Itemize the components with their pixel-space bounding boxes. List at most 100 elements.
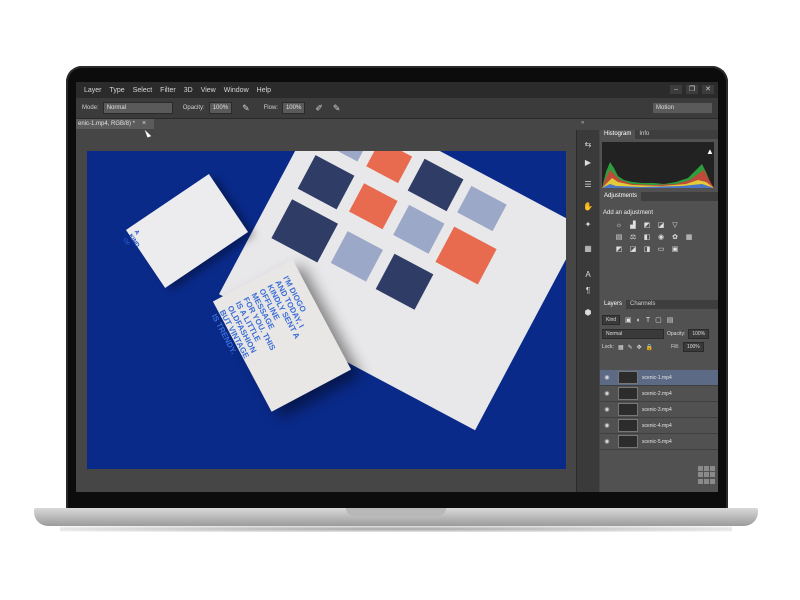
threshold-icon[interactable]: ◨: [642, 246, 652, 254]
blend-row: Normal Opacity: 100%: [602, 329, 710, 339]
3d-icon[interactable]: ⬢: [583, 308, 593, 318]
fill-label: Fill:: [671, 344, 679, 350]
menu-select[interactable]: Select: [133, 87, 152, 94]
menu-help[interactable]: Help: [257, 87, 271, 94]
pixel-filter-icon[interactable]: ▣: [625, 316, 632, 324]
menu-filter[interactable]: Filter: [160, 87, 176, 94]
layer-name: scenic-1.mp4: [642, 374, 672, 381]
opacity-label-layers: Opacity:: [667, 331, 686, 337]
layer-thumbnail: [618, 403, 638, 416]
flow-field[interactable]: 100%: [281, 102, 306, 114]
layer-row[interactable]: ◉ scenic-1.mp4: [600, 370, 718, 386]
layer-thumbnail: [618, 435, 638, 448]
opacity-label: Opacity:: [182, 105, 205, 111]
adjustments-tabs: Adjustments: [600, 192, 718, 201]
brush-presets-icon[interactable]: ✦: [583, 220, 593, 230]
gradient-map-icon[interactable]: ▭: [656, 246, 666, 254]
opacity-field[interactable]: 100%: [208, 102, 233, 114]
lock-position-icon[interactable]: ✥: [637, 344, 642, 351]
airbrush-icon[interactable]: ✐: [315, 103, 323, 114]
visibility-eye-icon[interactable]: ◉: [600, 422, 614, 429]
color-balance-icon[interactable]: ⚖: [628, 234, 638, 242]
type-filter-icon[interactable]: T: [646, 317, 650, 324]
curves-icon[interactable]: ◩: [642, 222, 652, 230]
lock-transparent-icon[interactable]: ▦: [618, 344, 624, 351]
clone-source-icon[interactable]: ▦: [583, 244, 593, 254]
minimize-icon[interactable]: –: [670, 85, 682, 94]
layer-thumbnail: [618, 387, 638, 400]
posterize-icon[interactable]: ◪: [628, 246, 638, 254]
opacity-field-layers[interactable]: 100%: [688, 329, 710, 339]
layer-row[interactable]: ◉ scenic-3.mp4: [600, 402, 718, 418]
play-icon[interactable]: ▶: [583, 158, 593, 168]
pressure-opacity-icon[interactable]: ✎: [242, 103, 250, 114]
black-white-icon[interactable]: ◧: [642, 234, 652, 242]
restore-icon[interactable]: ❐: [686, 85, 698, 94]
tab-adjustments[interactable]: Adjustments: [600, 192, 642, 201]
layers-list: ◉ scenic-1.mp4 ◉ scenic-2.mp4 ◉ scenic-3…: [600, 370, 718, 450]
photo-filter-icon[interactable]: ◉: [656, 234, 666, 242]
paragraph-icon[interactable]: ¶: [583, 286, 593, 296]
kind-filter[interactable]: Kind: [602, 315, 621, 325]
histogram-graph: ▲: [602, 142, 714, 188]
history-icon[interactable]: ⇆: [583, 140, 593, 150]
color-lookup-icon[interactable]: ▦: [684, 234, 694, 242]
adjustment-filter-icon[interactable]: ◐: [637, 317, 641, 324]
tab-info[interactable]: Info: [635, 130, 653, 139]
lock-label: Lock:: [602, 344, 614, 350]
menu-bar: Layer Type Select Filter 3D View Window …: [76, 82, 718, 98]
layer-name: scenic-5.mp4: [642, 438, 672, 445]
menu-view[interactable]: View: [201, 87, 216, 94]
pressure-size-icon[interactable]: ✎: [333, 103, 341, 114]
close-icon[interactable]: ✕: [702, 85, 714, 94]
invert-icon[interactable]: ◩: [614, 246, 624, 254]
right-panel: Histogram Info ▲ Adjustments Add an adju…: [600, 130, 718, 492]
visibility-eye-icon[interactable]: ◉: [600, 390, 614, 397]
levels-icon[interactable]: ▟: [628, 222, 638, 230]
layer-name: scenic-2.mp4: [642, 390, 672, 397]
menu-3d[interactable]: 3D: [184, 87, 193, 94]
tab-layers[interactable]: Layers: [600, 300, 627, 309]
document-canvas[interactable]: A KIND OF I'M DIOGO AND TODAY, I KINDLY …: [87, 151, 566, 469]
menu-window[interactable]: Window: [224, 87, 249, 94]
brush-icon[interactable]: ✋: [583, 202, 593, 212]
mode-label: Mode:: [82, 105, 99, 111]
menu-layer[interactable]: Layer: [84, 87, 102, 94]
collapse-panels-icon[interactable]: «: [581, 120, 584, 126]
lock-all-icon[interactable]: 🔒: [646, 344, 653, 351]
visibility-eye-icon[interactable]: ◉: [600, 374, 614, 381]
visibility-eye-icon[interactable]: ◉: [600, 406, 614, 413]
selective-color-icon[interactable]: ▣: [670, 246, 680, 254]
visibility-eye-icon[interactable]: ◉: [600, 438, 614, 445]
laptop-frame: Layer Type Select Filter 3D View Window …: [0, 0, 800, 600]
menu-type[interactable]: Type: [110, 87, 125, 94]
panel-icon-strip: ⇆ ▶ ☰ ✋ ✦ ▦ A ¶ ⬢: [576, 130, 599, 492]
tab-histogram[interactable]: Histogram: [600, 130, 636, 139]
app-window: Layer Type Select Filter 3D View Window …: [76, 82, 718, 492]
blend-mode-select[interactable]: Normal: [602, 329, 664, 339]
layer-row[interactable]: ◉ scenic-4.mp4: [600, 418, 718, 434]
layer-row[interactable]: ◉ scenic-2.mp4: [600, 386, 718, 402]
layer-thumbnail: [618, 419, 638, 432]
hue-saturation-icon[interactable]: ▤: [614, 234, 624, 242]
vibrance-icon[interactable]: ▽: [670, 222, 680, 230]
options-bar: Mode: Normal Opacity: 100% ✎ Flow: 100% …: [76, 98, 718, 119]
mode-select[interactable]: Normal: [102, 102, 173, 114]
properties-icon[interactable]: ☰: [583, 180, 593, 190]
flow-label: Flow:: [263, 105, 278, 111]
histogram-warning-icon: ▲: [706, 147, 714, 156]
lock-pixels-icon[interactable]: ✎: [628, 344, 633, 351]
tab-channels[interactable]: Channels: [626, 300, 659, 309]
brightness-icon[interactable]: ☼: [614, 222, 624, 230]
fill-field[interactable]: 100%: [682, 342, 704, 352]
tab-close-icon[interactable]: ×: [142, 119, 146, 129]
smart-object-filter-icon[interactable]: ▤: [667, 316, 674, 324]
workspace-select[interactable]: Motion: [653, 103, 712, 113]
exposure-icon[interactable]: ◪: [656, 222, 666, 230]
white-card-kind-of: A KIND OF: [121, 174, 249, 288]
layer-name: scenic-4.mp4: [642, 422, 672, 429]
channel-mixer-icon[interactable]: ✿: [670, 234, 680, 242]
layer-row[interactable]: ◉ scenic-5.mp4: [600, 434, 718, 450]
character-icon[interactable]: A: [583, 270, 593, 280]
shape-filter-icon[interactable]: ▢: [655, 316, 662, 324]
